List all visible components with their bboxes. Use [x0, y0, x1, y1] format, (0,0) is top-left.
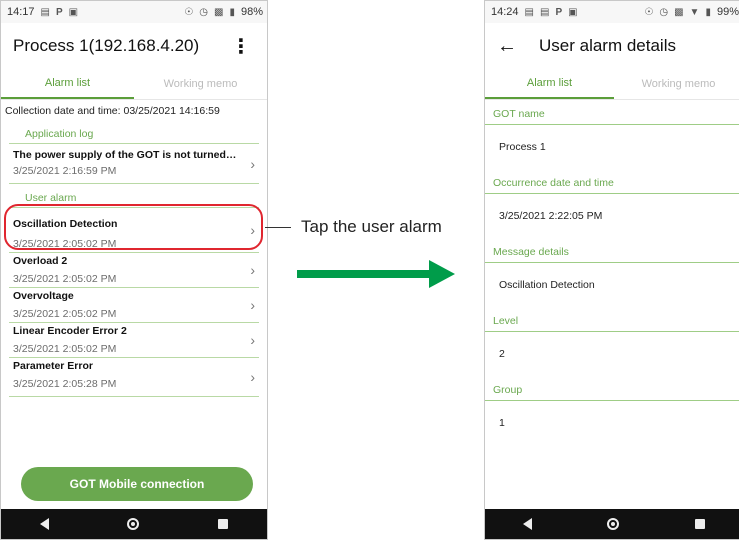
- parking-icon: P: [555, 6, 563, 18]
- tab-bar: Alarm list Working memo: [1, 69, 267, 100]
- wifi-icon: ▼: [689, 6, 700, 18]
- transition-arrow-shaft: [297, 270, 429, 278]
- alarm-time: 3/25/2021 2:16:59 PM: [13, 165, 117, 177]
- nav-recents-icon[interactable]: [695, 519, 706, 529]
- user-alarm-row[interactable]: Overvoltage 3/25/2021 2:05:02 PM ›: [9, 288, 259, 323]
- sim-icon: ▣: [68, 6, 79, 18]
- chevron-right-icon: ›: [250, 297, 255, 313]
- highlight-outline: [4, 204, 263, 250]
- tab-bar: Alarm list Working memo: [485, 69, 739, 100]
- battery-icon: ▮: [229, 6, 235, 18]
- app-bar: Process 1(192.168.4.20) ⋮: [1, 23, 267, 69]
- alarm-clock-icon: ◷: [199, 6, 208, 18]
- nav-back-icon[interactable]: [522, 518, 532, 530]
- callout-text: Tap the user alarm: [301, 217, 442, 236]
- alarm-message: The power supply of the GOT is not turne…: [13, 149, 237, 161]
- cast-icon: ▤: [539, 6, 550, 18]
- group-label: Group: [485, 376, 739, 401]
- alarm-time: 3/25/2021 2:05:28 PM: [13, 378, 117, 390]
- page-title: Process 1(192.168.4.20): [13, 36, 200, 55]
- battery-level: 99%: [716, 6, 739, 18]
- message-details-value: Oscillation Detection: [499, 279, 595, 291]
- nav-back-icon[interactable]: [40, 518, 50, 530]
- message-details-label: Message details: [485, 238, 739, 263]
- tab-alarm-list[interactable]: Alarm list: [1, 69, 134, 99]
- alarm-message: Overvoltage: [13, 290, 74, 302]
- page-title: User alarm details: [539, 36, 676, 55]
- status-time: 14:24: [491, 6, 519, 18]
- status-bar: 14:24 ▤ ▤ P ▣ ☉ ◷ ▩ ▼ ▮ 99%: [485, 1, 739, 23]
- callout-line: [265, 227, 291, 228]
- alarm-time: 3/25/2021 2:05:02 PM: [13, 308, 117, 320]
- nav-home-icon[interactable]: [127, 518, 140, 530]
- battery-icon: ▮: [705, 6, 711, 18]
- vibrate-icon: ▩: [214, 6, 224, 18]
- nav-home-icon[interactable]: [607, 518, 620, 530]
- android-nav-bar: [1, 509, 267, 539]
- user-alarm-row[interactable]: Linear Encoder Error 2 3/25/2021 2:05:02…: [9, 323, 259, 358]
- tab-working-memo[interactable]: Working memo: [614, 69, 739, 99]
- status-time: 14:17: [7, 6, 35, 18]
- got-name-value: Process 1: [499, 141, 546, 153]
- tab-working-memo[interactable]: Working memo: [134, 69, 267, 99]
- alarm-time: 3/25/2021 2:05:02 PM: [13, 343, 117, 355]
- alarm-clock-icon: ◷: [659, 6, 669, 18]
- application-log-row[interactable]: The power supply of the GOT is not turne…: [9, 144, 259, 184]
- group-value: 1: [499, 417, 505, 429]
- chevron-right-icon: ›: [250, 262, 255, 278]
- level-value: 2: [499, 348, 505, 360]
- chevron-right-icon: ›: [250, 369, 255, 385]
- arrow-right-icon: [429, 260, 455, 288]
- nav-recents-icon[interactable]: [217, 519, 228, 529]
- notification-icon: ▤: [524, 6, 534, 18]
- application-log-header: Application log: [9, 123, 259, 144]
- collection-datetime: Collection date and time: 03/25/2021 14:…: [5, 105, 220, 117]
- app-bar: ← User alarm details: [485, 23, 739, 69]
- user-alarm-row[interactable]: Overload 2 3/25/2021 2:05:02 PM ›: [9, 253, 259, 288]
- alarm-list-screen: 14:17 ▤ P ▣ ☉ ◷ ▩ ▮ 98% Process 1(192.16…: [0, 0, 268, 540]
- nfc-icon: ☉: [184, 6, 194, 18]
- more-vert-icon[interactable]: ⋮: [227, 34, 255, 59]
- alarm-message: Linear Encoder Error 2: [13, 325, 127, 337]
- parking-icon: P: [55, 6, 63, 18]
- occurrence-datetime-value: 3/25/2021 2:22:05 PM: [499, 210, 603, 222]
- occurrence-datetime-label: Occurrence date and time: [485, 169, 739, 194]
- android-nav-bar: [485, 509, 739, 539]
- got-mobile-connection-button[interactable]: GOT Mobile connection: [21, 467, 253, 501]
- user-alarm-row[interactable]: Parameter Error 3/25/2021 2:05:28 PM ›: [9, 358, 259, 397]
- chevron-right-icon: ›: [250, 155, 255, 172]
- alarm-message: Overload 2: [13, 255, 68, 267]
- battery-level: 98%: [240, 6, 263, 18]
- nfc-icon: ☉: [644, 6, 654, 18]
- status-bar: 14:17 ▤ P ▣ ☉ ◷ ▩ ▮ 98%: [1, 1, 267, 23]
- level-label: Level: [485, 307, 739, 332]
- got-name-label: GOT name: [485, 100, 739, 125]
- user-alarm-details-screen: 14:24 ▤ ▤ P ▣ ☉ ◷ ▩ ▼ ▮ 99% ← User alarm…: [484, 0, 739, 540]
- arrow-back-icon[interactable]: ←: [497, 35, 517, 58]
- sim-icon: ▣: [568, 6, 578, 18]
- vibrate-icon: ▩: [674, 6, 684, 18]
- alarm-message: Parameter Error: [13, 360, 93, 372]
- alarm-time: 3/25/2021 2:05:02 PM: [13, 273, 117, 285]
- cast-icon: ▤: [40, 6, 50, 18]
- chevron-right-icon: ›: [250, 332, 255, 348]
- tab-alarm-list[interactable]: Alarm list: [485, 69, 614, 99]
